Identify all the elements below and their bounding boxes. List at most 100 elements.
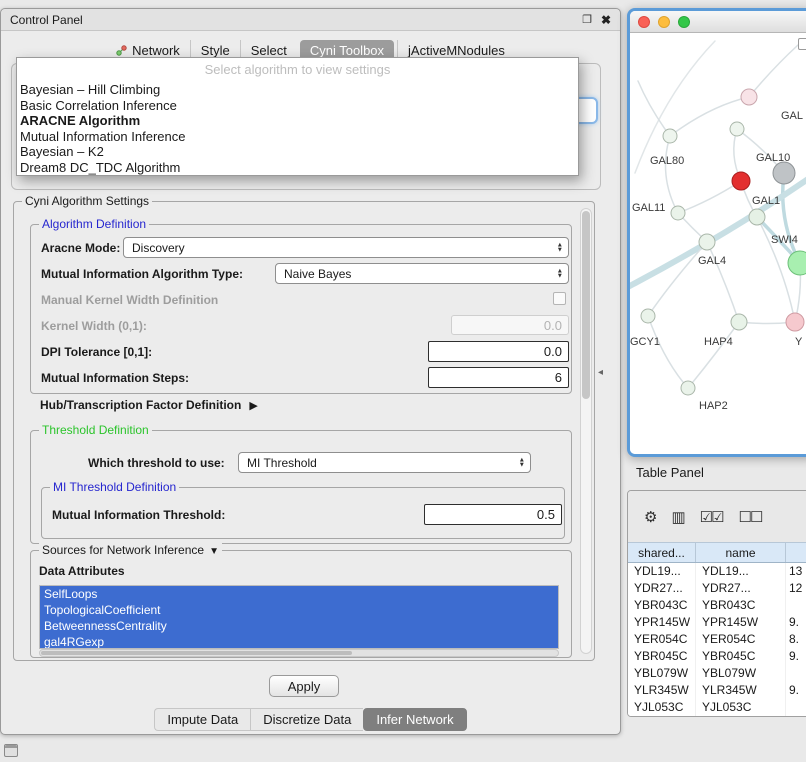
which-threshold-select[interactable]: MI Threshold ▲▼: [238, 452, 531, 473]
network-edge[interactable]: [678, 181, 741, 213]
apply-button[interactable]: Apply: [269, 675, 339, 697]
sources-legend-text: Sources for Network Inference: [42, 543, 204, 557]
table-cell: 9.: [786, 648, 806, 665]
sources-legend[interactable]: Sources for Network Inference▼: [39, 543, 222, 559]
network-node[interactable]: [641, 309, 655, 323]
network-edge[interactable]: [635, 41, 715, 173]
table-cell: [786, 699, 806, 716]
control-panel-titlebar[interactable]: Control Panel ❐ ✖: [1, 9, 620, 31]
network-edge[interactable]: [666, 136, 679, 213]
network-node[interactable]: [681, 381, 695, 395]
table-row[interactable]: YPR145WYPR145W9.: [628, 614, 806, 631]
zoom-button[interactable]: [678, 16, 690, 28]
aracne-mode-label: Aracne Mode:: [41, 240, 120, 256]
aracne-mode-select[interactable]: Discovery ▲▼: [123, 237, 569, 258]
attribute-list[interactable]: SelfLoopsTopologicalCoefficientBetweenne…: [39, 585, 559, 649]
manual-kernel-checkbox[interactable]: [553, 292, 566, 305]
network-edge[interactable]: [648, 316, 688, 388]
float-window-icon[interactable]: ❐: [582, 13, 592, 26]
table-row[interactable]: YDL19...YDL19...13: [628, 563, 806, 580]
algorithm-option-basic-correlation-inference[interactable]: Basic Correlation Inference: [17, 98, 578, 114]
attribute-item-betweennesscentrality[interactable]: BetweennessCentrality: [40, 618, 558, 634]
column-header-name[interactable]: name: [696, 543, 786, 562]
network-edge[interactable]: [707, 242, 739, 322]
network-node[interactable]: [741, 89, 757, 105]
splitter-collapse-arrow[interactable]: ◂: [598, 367, 603, 378]
node-label: GAL11: [632, 202, 665, 214]
network-node[interactable]: [786, 313, 804, 331]
network-node[interactable]: [663, 129, 677, 143]
birdseye-toggle[interactable]: [798, 38, 806, 50]
network-node[interactable]: [730, 122, 744, 136]
network-window-titlebar[interactable]: [630, 11, 806, 33]
select-all-columns-icon[interactable]: ☑☑: [700, 508, 723, 526]
mi-steps-value: 6: [555, 370, 562, 385]
mi-threshold-field[interactable]: 0.5: [424, 504, 562, 525]
tab-label: Style: [201, 43, 230, 58]
algorithm-option-dream8-dc-tdc-algorithm[interactable]: Dream8 DC_TDC Algorithm: [17, 160, 578, 176]
hub-definition-expander[interactable]: Hub/Transcription Factor Definition ▶: [40, 398, 258, 412]
unselect-all-columns-icon[interactable]: ☐☐: [739, 508, 762, 526]
algorithm-definition-group: Algorithm Definition Aracne Mode: Discov…: [30, 224, 572, 394]
tab-infer-network[interactable]: Infer Network: [363, 708, 466, 731]
table-cell: YBR045C: [696, 648, 786, 665]
settings-vscrollbar[interactable]: [580, 208, 592, 654]
node-label: GAL: [781, 110, 803, 122]
algorithm-option-bayesian-hill-climbing[interactable]: Bayesian – Hill Climbing: [17, 82, 578, 98]
network-node[interactable]: [699, 234, 715, 250]
table-row[interactable]: YDR27...YDR27...12: [628, 580, 806, 597]
table-row[interactable]: YJL053CYJL053C: [628, 699, 806, 716]
table-row[interactable]: YER054CYER054C8.: [628, 631, 806, 648]
settings-gear-icon[interactable]: ⚙: [644, 508, 655, 526]
node-label: GAL10: [756, 152, 790, 164]
attribute-item-gal4rgexp[interactable]: gal4RGexp: [40, 634, 558, 649]
network-edge[interactable]: [648, 242, 707, 316]
column-header-shared[interactable]: shared...: [628, 543, 696, 562]
network-edge[interactable]: [749, 45, 798, 97]
network-node[interactable]: [749, 209, 765, 225]
algorithm-option-aracne-algorithm[interactable]: ARACNE Algorithm: [17, 113, 578, 129]
table-row[interactable]: YBR045CYBR045C9.: [628, 648, 806, 665]
table-header-row: shared...name: [628, 542, 806, 563]
close-window-icon[interactable]: ✖: [601, 13, 611, 27]
close-button[interactable]: [638, 16, 650, 28]
vscrollbar-thumb[interactable]: [582, 211, 590, 399]
table-body: YDL19...YDL19...13YDR27...YDR27...12YBR0…: [628, 563, 806, 716]
node-label: GAL4: [698, 255, 726, 267]
hscrollbar-thumb[interactable]: [41, 651, 352, 655]
network-edge[interactable]: [688, 322, 739, 388]
network-canvas[interactable]: GALGAL80GAL10GAL11GAL1SWI4GAL4GCY1HAP4YH…: [630, 33, 806, 454]
network-node[interactable]: [732, 172, 750, 190]
attribute-list-hscrollbar[interactable]: [39, 649, 559, 657]
network-view-window: GALGAL80GAL10GAL11GAL1SWI4GAL4GCY1HAP4YH…: [627, 8, 806, 457]
kernel-width-field[interactable]: 0.0: [451, 315, 569, 335]
dpi-tolerance-label: DPI Tolerance [0,1]:: [41, 344, 152, 360]
network-node[interactable]: [731, 314, 747, 330]
chevron-updown-icon: ▲▼: [519, 457, 525, 468]
tab-label: jActiveMNodules: [408, 43, 505, 58]
table-cell: YDL19...: [696, 563, 786, 580]
network-graph[interactable]: GALGAL80GAL10GAL11GAL1SWI4GAL4GCY1HAP4YH…: [630, 33, 806, 453]
column-header-col2[interactable]: [786, 543, 806, 562]
network-node[interactable]: [671, 206, 685, 220]
minimize-button[interactable]: [658, 16, 670, 28]
column-layout-icon[interactable]: ▥: [671, 508, 683, 526]
mi-algorithm-type-value: Naive Bayes: [284, 267, 351, 281]
tab-discretize-data[interactable]: Discretize Data: [250, 708, 363, 731]
table-row[interactable]: YBL079WYBL079W: [628, 665, 806, 682]
table-cell: YER054C: [696, 631, 786, 648]
table-panel-title: Table Panel: [636, 465, 704, 480]
collapsed-panel-icon[interactable]: [4, 744, 18, 757]
algorithm-option-mutual-information-inference[interactable]: Mutual Information Inference: [17, 129, 578, 145]
attribute-item-selfloops[interactable]: SelfLoops: [40, 586, 558, 602]
algorithm-option-bayesian-k2[interactable]: Bayesian – K2: [17, 144, 578, 160]
mi-algorithm-type-select[interactable]: Naive Bayes ▲▼: [275, 263, 569, 284]
dpi-tolerance-field[interactable]: 0.0: [428, 341, 569, 362]
table-row[interactable]: YBR043CYBR043C: [628, 597, 806, 614]
tab-impute-data[interactable]: Impute Data: [154, 708, 250, 731]
network-node[interactable]: [773, 162, 795, 184]
table-row[interactable]: YLR345WYLR345W9.: [628, 682, 806, 699]
attribute-item-topologicalcoefficient[interactable]: TopologicalCoefficient: [40, 602, 558, 618]
chevron-updown-icon: ▲▼: [557, 242, 563, 253]
mi-steps-field[interactable]: 6: [428, 367, 569, 388]
